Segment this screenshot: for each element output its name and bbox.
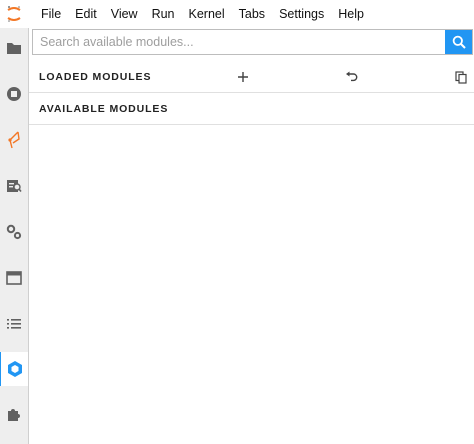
jupyter-logo-icon	[0, 0, 28, 28]
restore-button[interactable]	[343, 69, 359, 85]
property-inspector-icon[interactable]	[0, 169, 28, 203]
left-activity-bar	[0, 28, 29, 444]
menu-run[interactable]: Run	[145, 0, 182, 28]
search-input[interactable]	[33, 30, 445, 54]
plus-icon	[238, 72, 248, 82]
menu-help[interactable]: Help	[331, 0, 371, 28]
modules-panel: LOADED MODULES AVAILABLE MODULES	[29, 28, 474, 444]
menu-view[interactable]: View	[104, 0, 145, 28]
loaded-modules-header: LOADED MODULES	[29, 62, 474, 93]
git-icon[interactable]	[0, 123, 28, 157]
add-module-button[interactable]	[235, 69, 251, 85]
menu-bar: File Edit View Run Kernel Tabs Settings …	[0, 0, 474, 28]
undo-icon	[345, 71, 357, 82]
available-modules-title: AVAILABLE MODULES	[39, 103, 169, 115]
folder-icon[interactable]	[0, 31, 28, 65]
modules-icon[interactable]	[0, 352, 28, 386]
search-icon	[452, 35, 466, 49]
copy-button[interactable]	[453, 69, 469, 85]
search-button[interactable]	[445, 30, 472, 54]
menu-edit[interactable]: Edit	[68, 0, 104, 28]
toc-icon[interactable]	[0, 307, 28, 341]
menu-kernel[interactable]: Kernel	[182, 0, 232, 28]
running-icon[interactable]	[0, 77, 28, 111]
extension-icon[interactable]	[0, 397, 28, 431]
menu-tabs[interactable]: Tabs	[232, 0, 272, 28]
menu-settings[interactable]: Settings	[272, 0, 331, 28]
loaded-modules-title: LOADED MODULES	[39, 71, 152, 83]
menu-file[interactable]: File	[34, 0, 68, 28]
gear-icon[interactable]	[0, 215, 28, 249]
available-modules-header: AVAILABLE MODULES	[29, 94, 474, 125]
search-bar	[32, 29, 473, 55]
tabs-icon[interactable]	[0, 261, 28, 295]
copy-icon	[455, 70, 467, 84]
